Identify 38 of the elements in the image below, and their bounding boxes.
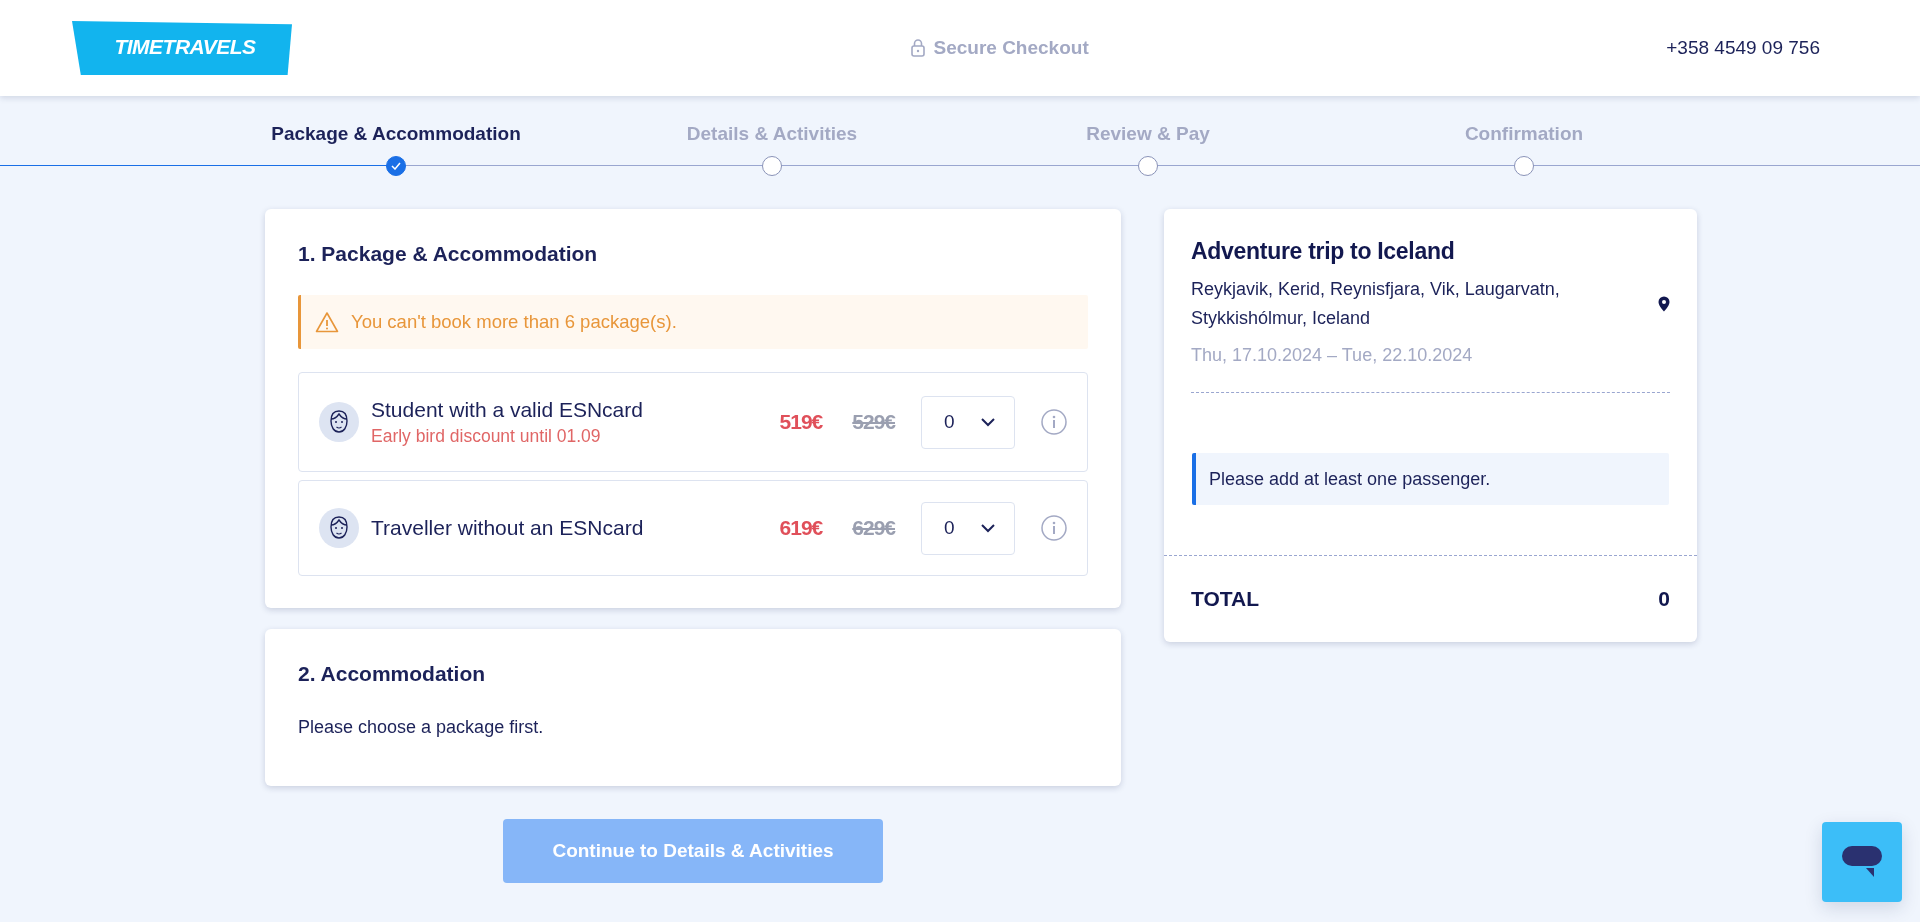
chat-button[interactable] xyxy=(1822,822,1902,902)
price: 519€ xyxy=(779,410,823,434)
step-label[interactable]: Review & Pay xyxy=(1086,123,1210,145)
old-price: 529€ xyxy=(852,410,895,434)
warning-text: You can't book more than 6 package(s). xyxy=(351,311,677,333)
info-icon[interactable] xyxy=(1041,409,1067,435)
chat-bubble-icon xyxy=(1842,846,1882,878)
quantity-select[interactable]: 0 xyxy=(921,501,1015,555)
map-pin-icon xyxy=(1658,296,1670,312)
check-icon xyxy=(391,162,401,170)
trip-dates: Thu, 17.10.2024 – Tue, 22.10.2024 xyxy=(1191,345,1474,366)
chevron-down-icon xyxy=(980,523,996,533)
lock-icon xyxy=(909,38,926,58)
avatar-icon xyxy=(319,402,359,442)
package-name: Student with a valid ESNcard xyxy=(371,397,644,422)
step-label[interactable]: Package & Accommodation xyxy=(271,123,521,145)
old-price: 629€ xyxy=(852,516,895,540)
section-title: 1. Package & Accommodation xyxy=(298,242,599,266)
chevron-down-icon xyxy=(980,417,996,427)
trip-locations: Reykjavik, Kerid, Reynisfjara, Vik, Laugarvatn, Stykkishólmur, Iceland xyxy=(1191,278,1561,330)
info-icon[interactable] xyxy=(1041,515,1067,541)
step-label[interactable]: Confirmation xyxy=(1464,123,1584,145)
secure-checkout-label: Secure Checkout xyxy=(933,37,1089,59)
package-name: Traveller without an ESNcard xyxy=(371,516,645,540)
logo[interactable]: TIMETRAVELS xyxy=(72,21,292,75)
step-label[interactable]: Details & Activities xyxy=(686,123,858,145)
passenger-notice: Please add at least one passenger. xyxy=(1192,453,1669,505)
avatar-icon xyxy=(319,508,359,548)
trip-title: Adventure trip to Iceland xyxy=(1191,238,1456,265)
warning-icon xyxy=(315,311,339,333)
section-title: 2. Accommodation xyxy=(298,662,487,686)
phone-number[interactable]: +358 4549 09 756 xyxy=(1666,37,1820,59)
price: 619€ xyxy=(779,516,823,540)
info-message: Please choose a package first. xyxy=(298,717,545,738)
total-value: 0 xyxy=(1658,587,1670,611)
total-label: TOTAL xyxy=(1191,587,1260,611)
quantity-select[interactable]: 0 xyxy=(921,395,1015,449)
discount-note: Early bird discount until 01.09 xyxy=(371,425,602,447)
